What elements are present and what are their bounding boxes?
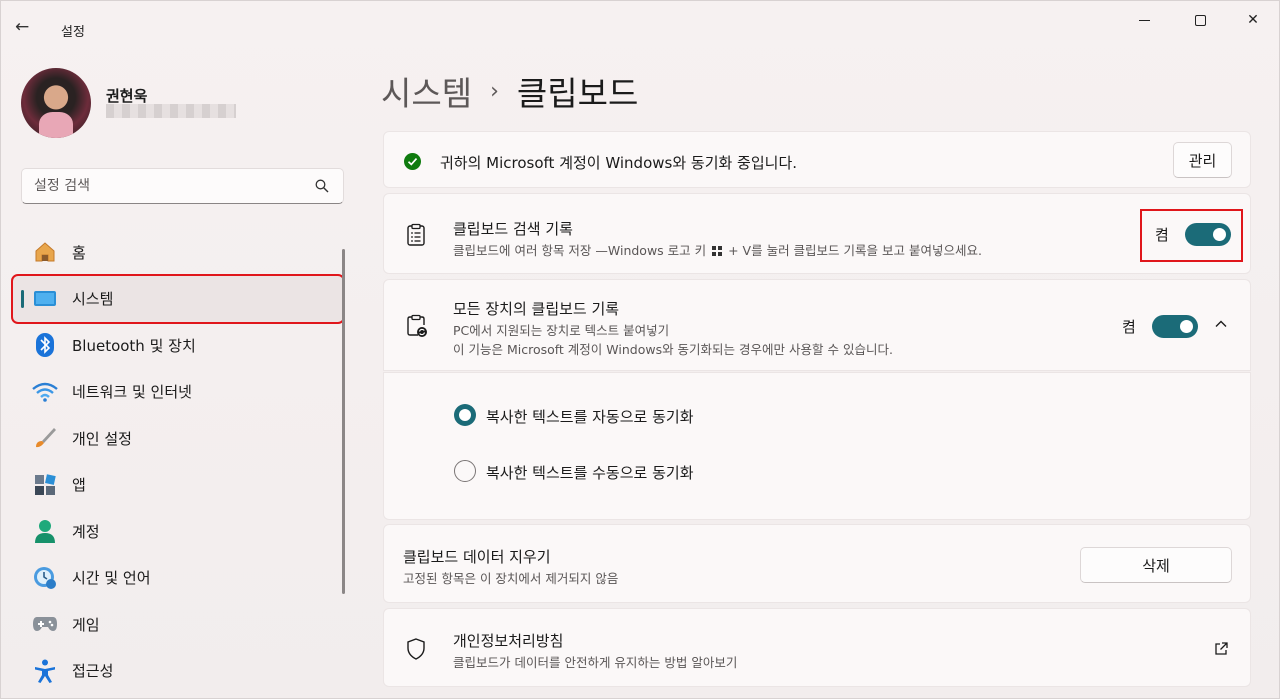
cross-device-toggle-group: 켬 <box>1122 315 1198 338</box>
app-title: 설정 <box>61 25 85 40</box>
sidebar-item-bluetooth[interactable]: Bluetooth 및 장치 <box>13 322 343 369</box>
sidebar-item-network[interactable]: 네트워크 및 인터넷 <box>13 369 343 416</box>
delete-button[interactable]: 삭제 <box>1080 547 1232 583</box>
sidebar-item-label: 계정 <box>72 522 100 541</box>
breadcrumb-separator: › <box>490 78 499 104</box>
sidebar-item-label: 시간 및 언어 <box>72 569 151 588</box>
cross-device-desc2: 이 기능은 Microsoft 계정이 Windows와 동기화되는 경우에만 … <box>453 342 893 357</box>
avatar[interactable] <box>21 68 91 138</box>
sidebar-item-accessibility[interactable]: 접근성 <box>13 648 343 695</box>
toggle-state-label: 켬 <box>1122 318 1136 336</box>
close-button[interactable]: ✕ <box>1230 9 1276 31</box>
windows-logo-icon <box>712 246 723 256</box>
close-icon: ✕ <box>1247 12 1259 28</box>
sidebar-item-label: 개인 설정 <box>72 429 132 448</box>
cross-device-title: 모든 장치의 클립보드 기록 <box>453 300 620 318</box>
sidebar-item-gaming[interactable]: 게임 <box>13 601 343 648</box>
sidebar-item-time-language[interactable]: 시간 및 언어 <box>13 555 343 602</box>
sync-status-text: 귀하의 Microsoft 계정이 Windows와 동기화 중입니다. <box>440 154 798 172</box>
privacy-desc: 클립보드가 데이터를 안전하게 유지하는 방법 알아보기 <box>453 655 738 670</box>
cross-device-toggle[interactable] <box>1151 315 1198 338</box>
cross-device-options: 복사한 텍스트를 자동으로 동기화 복사한 텍스트를 수동으로 동기화 <box>383 372 1251 520</box>
cross-device-card[interactable]: 모든 장치의 클립보드 기록 PC에서 지원되는 장치로 텍스트 붙여넣기 이 … <box>383 279 1251 371</box>
clipboard-list-icon <box>407 223 425 246</box>
sidebar-item-label: Bluetooth 및 장치 <box>72 336 196 355</box>
wifi-icon <box>31 378 59 406</box>
maximize-icon <box>1194 14 1206 26</box>
clear-data-title: 클립보드 데이터 지우기 <box>403 548 551 566</box>
shield-icon <box>407 638 425 660</box>
sidebar-item-label: 게임 <box>72 615 100 634</box>
sidebar-item-system[interactable]: 시스템 <box>11 273 345 324</box>
minimize-button[interactable] <box>1121 9 1167 31</box>
clipboard-history-toggle-group: 켬 <box>1155 223 1231 246</box>
sidebar-item-label: 시스템 <box>72 290 114 309</box>
search-input[interactable] <box>34 176 314 196</box>
user-email-blurred <box>106 104 236 118</box>
time-language-icon <box>31 564 59 592</box>
back-arrow-icon: ← <box>15 17 30 37</box>
sidebar-item-apps[interactable]: 앱 <box>13 462 343 509</box>
cross-device-desc1: PC에서 지원되는 장치로 텍스트 붙여넣기 <box>453 323 670 338</box>
toggle-knob <box>1179 320 1193 333</box>
chevron-up-icon[interactable] <box>1213 316 1229 332</box>
radio-auto-sync[interactable] <box>454 404 476 426</box>
clear-data-desc: 고정된 항목은 이 장치에서 제거되지 않음 <box>403 571 619 586</box>
privacy-card[interactable]: 개인정보처리방침 클립보드가 데이터를 안전하게 유지하는 방법 알아보기 <box>383 608 1251 687</box>
account-icon <box>31 517 59 545</box>
bluetooth-icon <box>31 331 59 359</box>
user-name: 권현욱 <box>106 87 148 105</box>
sidebar-item-label: 네트워크 및 인터넷 <box>72 383 192 402</box>
back-button[interactable]: ← <box>15 17 43 45</box>
toggle-state-label: 켬 <box>1155 226 1169 244</box>
sidebar-item-personalization[interactable]: 개인 설정 <box>13 415 343 462</box>
desc-text-after: + V를 눌러 클립보드 기록을 보고 붙여넣으세요. <box>728 243 982 258</box>
sidebar-item-accounts[interactable]: 계정 <box>13 508 343 555</box>
apps-icon <box>31 471 59 499</box>
brush-icon <box>31 424 59 452</box>
page-title: 클립보드 <box>516 74 639 113</box>
accessibility-icon <box>31 657 59 685</box>
sidebar-item-label: 홈 <box>72 243 86 262</box>
toggle-knob <box>1212 228 1226 241</box>
sidebar-nav: 홈 시스템 Bluetooth 및 장치 네트워크 및 인터넷 개인 설정 앱 … <box>11 229 345 695</box>
search-icon[interactable] <box>315 179 329 193</box>
clipboard-history-card: 클립보드 검색 기록 클립보드에 여러 항목 저장 —Windows 로고 키 … <box>383 193 1251 274</box>
search-box[interactable] <box>21 168 344 204</box>
manage-button[interactable]: 관리 <box>1173 142 1232 178</box>
external-link-icon[interactable] <box>1213 641 1229 657</box>
check-circle-icon <box>404 153 421 170</box>
breadcrumb-parent[interactable]: 시스템 <box>381 67 472 115</box>
sidebar-item-label: 앱 <box>72 476 86 495</box>
minimize-icon <box>1138 19 1150 21</box>
maximize-button[interactable] <box>1177 9 1223 31</box>
clipboard-sync-icon <box>407 314 427 337</box>
radio-manual-sync-label[interactable]: 복사한 텍스트를 수동으로 동기화 <box>486 462 694 483</box>
clipboard-history-title: 클립보드 검색 기록 <box>453 220 573 238</box>
breadcrumb: 시스템 › 클립보드 <box>381 67 638 115</box>
sidebar-item-label: 접근성 <box>72 662 114 681</box>
sidebar-scrollbar[interactable] <box>342 249 345 594</box>
sync-banner-card: 귀하의 Microsoft 계정이 Windows와 동기화 중입니다. 관리 <box>383 131 1251 188</box>
clear-data-card: 클립보드 데이터 지우기 고정된 항목은 이 장치에서 제거되지 않음 삭제 <box>383 524 1251 603</box>
privacy-title: 개인정보처리방침 <box>453 632 564 650</box>
gamepad-icon <box>31 610 59 638</box>
clipboard-history-desc: 클립보드에 여러 항목 저장 —Windows 로고 키 + V를 눌러 클립보… <box>453 240 982 259</box>
sidebar-item-home[interactable]: 홈 <box>13 229 343 276</box>
system-icon <box>31 285 59 313</box>
clipboard-history-toggle[interactable] <box>1184 223 1231 246</box>
home-icon <box>31 238 59 266</box>
desc-text-before: 클립보드에 여러 항목 저장 —Windows 로고 키 <box>453 243 707 258</box>
title-bar: ← 설정 ✕ <box>1 1 1280 41</box>
radio-auto-sync-label[interactable]: 복사한 텍스트를 자동으로 동기화 <box>486 406 694 427</box>
settings-window: ← 설정 ✕ 권현욱 홈 시스템 <box>0 0 1280 699</box>
radio-manual-sync[interactable] <box>454 460 476 482</box>
